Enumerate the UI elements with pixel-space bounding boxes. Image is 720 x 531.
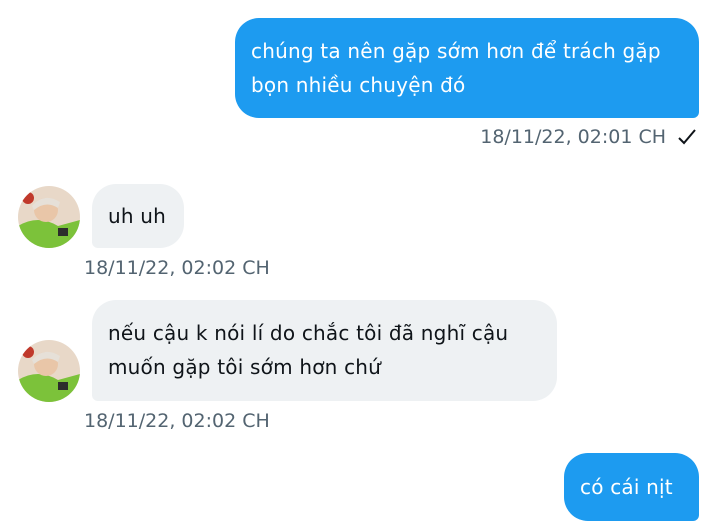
avatar-image [18,186,80,248]
message-text: uh uh [108,204,167,228]
message-text: có cái nịt [580,475,673,499]
message-text: chúng ta nên gặp sớm hơn để trách gặp bọ… [251,39,661,97]
message-timestamp: 18/11/22, 02:02 CH [84,410,270,432]
message-bubble-outgoing[interactable]: có cái nịt [564,453,699,521]
message-timestamp: 18/11/22, 02:01 CH [480,126,666,148]
check-icon [678,129,696,145]
message-timestamp: 18/11/22, 02:02 CH [84,257,270,279]
message-text: nếu cậu k nói lí do chắc tôi đã nghĩ cậu… [108,321,509,379]
message-bubble-incoming[interactable]: uh uh [92,184,184,248]
avatar[interactable] [18,340,80,402]
message-bubble-outgoing[interactable]: chúng ta nên gặp sớm hơn để trách gặp bọ… [235,18,699,118]
message-meta: 18/11/22, 02:01 CH [480,126,698,148]
message-meta: 18/11/22, 02:02 CH [84,257,270,279]
message-meta: 18/11/22, 02:02 CH [84,410,270,432]
avatar-image [18,340,80,402]
avatar[interactable] [18,186,80,248]
message-bubble-incoming[interactable]: nếu cậu k nói lí do chắc tôi đã nghĩ cậu… [92,300,557,401]
